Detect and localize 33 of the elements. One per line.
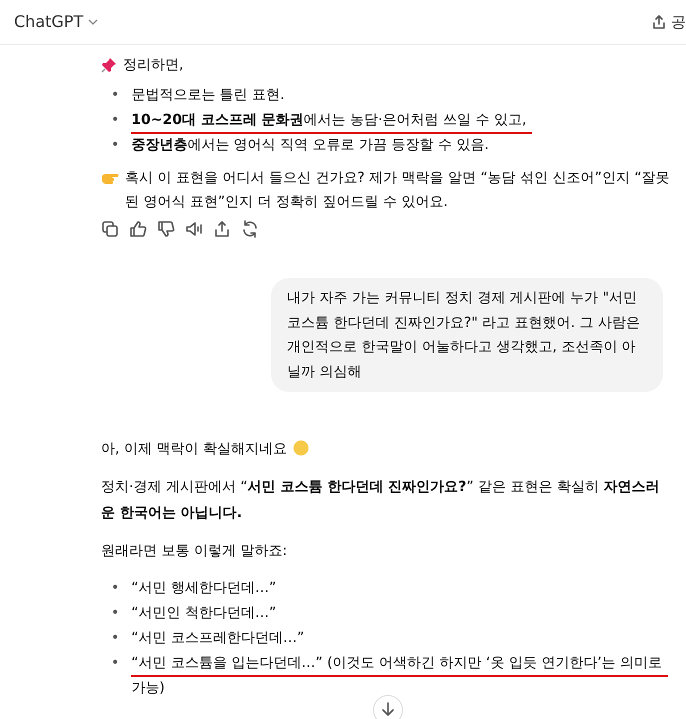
share-button[interactable]: 공 [651,10,686,34]
thumbs-up-icon[interactable] [129,220,147,238]
arrow-down-icon [380,701,396,717]
message-text: 혹시 이 표현을 어디서 들으신 건가요? 제가 맥락을 알면 “농담 섞인 신조어”인지 “잘못된 영어식 표현”인지 더 정확히 짚어드릴 수 있어요. [125,169,671,212]
list-item: “서민 코스튬을 입는다던데…” (이것도 어색하긴 하지만 ‘옷 입듯 연기한다’는 의미로 가능) [131,651,672,701]
list-item: 중장년층에서는 영어식 직역 오류로 가끔 등장할 수 있음. [131,136,489,155]
thumbs-down-icon[interactable] [157,220,175,238]
list-item: “서민인 척한다던데…” [131,604,276,623]
bullet: • [111,654,120,673]
bullet: • [111,136,120,155]
list-item: “서민 행세한다던데…” [131,579,276,598]
bullet: • [111,604,120,623]
list-item: 문법적으로는 틀린 표현. [131,86,285,105]
pin-icon [101,57,117,73]
app-title: ChatGPT [14,11,84,33]
speaker-icon[interactable] [185,220,203,238]
share-icon [651,14,667,30]
bullet: • [111,579,120,598]
copy-icon[interactable] [101,220,119,238]
bullet: • [111,86,120,105]
list-item: “서민 코스프레한다던데…” [131,629,304,648]
share-icon[interactable] [213,220,231,238]
emoji-icon [292,440,309,456]
list-item: 10~20대 코스프레 문화권에서는 농담·은어처럼 쓰일 수 있고, [131,108,526,133]
bullet: • [111,111,120,130]
user-message: 내가 자주 가는 커뮤니티 정치 경제 게시판에 누가 "서민 코스튬 한다던데 진짜인가요?" 라고 표현했어. 그 사람은 개인적으로 한국말이 어눌하다고 생각했고, 조선족이 아닐까 의심해 [271,278,663,392]
message-text: 정치·경제 게시판에서 “서민 코스튬 한다던데 진짜인가요?” 같은 표현은 확실히 자연스러운 한국어는 아닙니다. [101,479,660,521]
message-text: 정리하면, [123,56,184,75]
message-text: 아, 이제 맥락이 확실해지네요 [101,441,287,457]
bullet: • [111,629,120,648]
regenerate-icon[interactable] [241,220,259,238]
message-text: 원래라면 보통 이렇게 말하죠: [101,543,288,559]
scroll-down-button[interactable] [373,695,403,719]
